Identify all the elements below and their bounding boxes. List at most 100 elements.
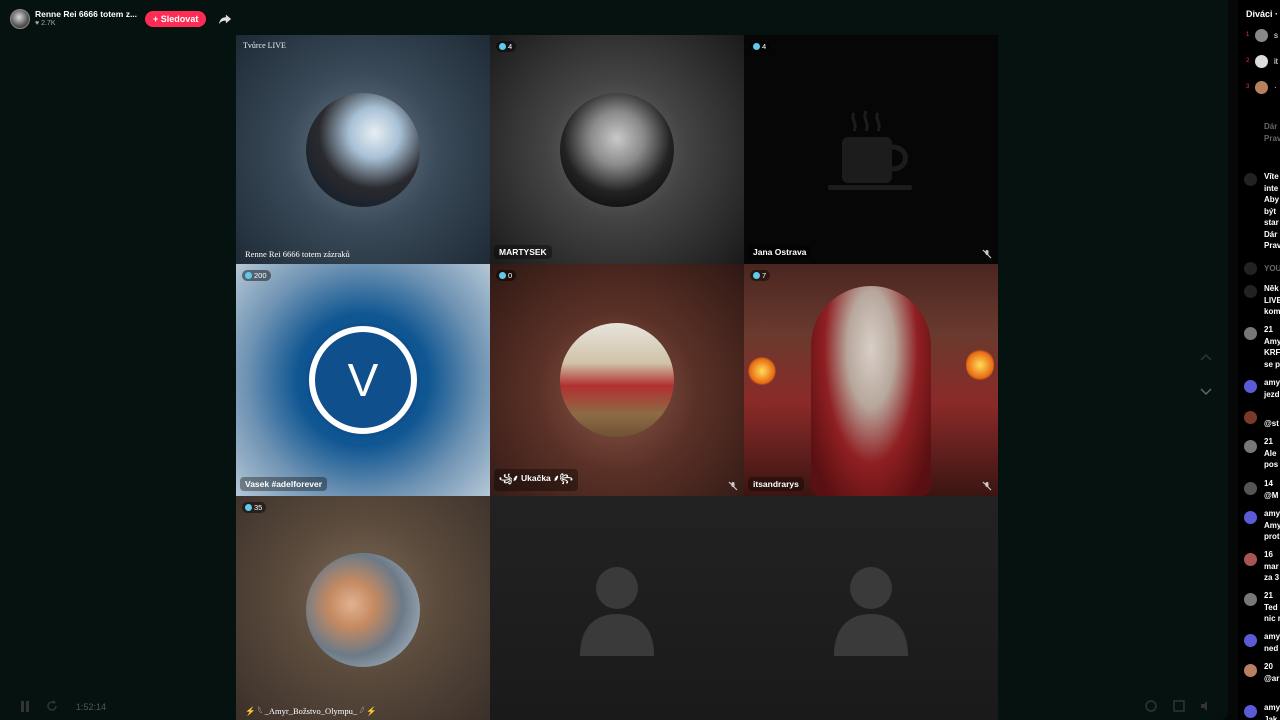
- viewer-count: 4: [762, 42, 767, 51]
- chat-message: 16 mar za 3: [1264, 550, 1280, 582]
- user-avatar[interactable]: [1244, 593, 1257, 606]
- tiktok-icon: [1244, 173, 1257, 186]
- viewer-name: it: [1274, 57, 1278, 66]
- fullscreen-icon[interactable]: [1173, 700, 1185, 712]
- viewer-badge: 200: [242, 270, 271, 281]
- viewer-avatar[interactable]: [1255, 29, 1268, 42]
- chat-message: 21 Amy KRF se p: [1264, 325, 1280, 369]
- viewer-rank: 2: [1246, 58, 1250, 64]
- join-icon: [1244, 262, 1257, 275]
- viewer-badge: 0: [496, 270, 517, 281]
- coin-icon: [245, 272, 252, 279]
- chat-message: Vīte inte Aby být star Dár Prav: [1264, 172, 1280, 250]
- guest-tile[interactable]: 7 itsandrarys: [744, 264, 998, 496]
- viewer-badge: 4: [750, 41, 771, 52]
- chat-message: YOU: [1264, 264, 1280, 273]
- chat-sidebar: Diváci · 1 s 2 it 3 · Dár Prav Vīte inte…: [1238, 0, 1280, 720]
- viewer-name: ·: [1274, 83, 1277, 92]
- settings-icon[interactable]: [1145, 700, 1157, 712]
- person-placeholder-icon: [834, 567, 908, 656]
- mic-muted-icon: [728, 481, 738, 491]
- guest-avatar: [306, 553, 420, 668]
- host-info: Renne Rei 6666 totem z... ♥ 2.7K: [35, 9, 137, 29]
- guest-name: ⚡ 𓆩 _Amyr_Božstvo_Olympu_ 𓆪 ⚡: [245, 706, 377, 716]
- guest-avatar: [560, 323, 674, 437]
- tiktok-icon: [1244, 285, 1257, 298]
- guest-grid: Tvůrce LIVE Renne Rei 6666 totem zázraků…: [236, 35, 998, 720]
- volume-icon[interactable]: [1200, 700, 1212, 712]
- chat-message: Dár Prav: [1264, 122, 1280, 143]
- viewer-count: 35: [254, 503, 263, 512]
- coin-icon: [499, 43, 506, 50]
- coin-icon: [245, 504, 252, 511]
- guest-name: Renne Rei 6666 totem zázraků: [245, 249, 350, 259]
- viewers-title[interactable]: Diváci ·: [1246, 9, 1278, 19]
- guest-name: MARTYSEK: [494, 245, 552, 259]
- chevron-down-icon[interactable]: [1200, 388, 1212, 396]
- chat-message: amy Jak: [1264, 703, 1280, 720]
- share-icon[interactable]: [218, 12, 232, 26]
- chat-message: @st: [1264, 419, 1279, 428]
- host-avatar[interactable]: [10, 9, 30, 29]
- viewer-name: s: [1274, 31, 1278, 40]
- user-avatar[interactable]: [1244, 511, 1257, 524]
- empty-seat[interactable]: [490, 496, 744, 720]
- chevron-up-icon[interactable]: [1200, 353, 1212, 361]
- user-avatar[interactable]: [1244, 482, 1257, 495]
- chat-message: amy Amy prot: [1264, 509, 1280, 541]
- refresh-icon[interactable]: [46, 700, 58, 712]
- guest-avatar: [560, 92, 674, 207]
- guest-tile[interactable]: 200 V Vasek #adelforever: [236, 264, 490, 496]
- mic-muted-icon: [982, 481, 992, 491]
- user-avatar[interactable]: [1244, 553, 1257, 566]
- viewer-count: 0: [508, 271, 513, 280]
- guest-name: Jana Ostrava: [748, 245, 812, 259]
- chat-message: amy jezd: [1264, 378, 1280, 399]
- follow-button[interactable]: + Sledovat: [145, 11, 207, 27]
- viewer-rank: 3: [1246, 84, 1250, 90]
- chat-message: 20 @ar: [1264, 662, 1280, 683]
- host-likes: ♥ 2.7K: [35, 20, 56, 27]
- user-avatar[interactable]: [1244, 664, 1257, 677]
- viewer-badge: 4: [496, 41, 517, 52]
- stream-timer: 1:52:14: [76, 702, 107, 712]
- viewer-avatar[interactable]: [1255, 81, 1268, 94]
- guest-tile-host[interactable]: Tvůrce LIVE Renne Rei 6666 totem zázraků: [236, 35, 490, 264]
- viewer-count: 200: [254, 271, 267, 280]
- host-name[interactable]: Renne Rei 6666 totem z...: [35, 9, 137, 19]
- user-avatar[interactable]: [1244, 411, 1257, 424]
- guest-portrait: [811, 286, 931, 496]
- user-avatar[interactable]: [1244, 380, 1257, 393]
- guest-tile[interactable]: 0 ꧁⸙ Ukačka ⸙꧂: [490, 264, 744, 496]
- viewer-badge: 7: [750, 270, 771, 281]
- creator-live-tag: Tvůrce LIVE: [243, 41, 286, 50]
- viewer-badge: 35: [242, 502, 267, 513]
- viewer-avatar[interactable]: [1255, 55, 1268, 68]
- guest-name: itsandrarys: [748, 477, 804, 491]
- empty-seat[interactable]: [744, 496, 998, 720]
- coin-icon: [753, 43, 760, 50]
- host-bar: Renne Rei 6666 totem z... ♥ 2.7K + Sledo…: [10, 6, 232, 32]
- guest-name: ꧁⸙ Ukačka ⸙꧂: [494, 469, 578, 491]
- guest-avatar: [306, 92, 420, 207]
- pause-icon[interactable]: [20, 701, 30, 712]
- chat-message: 21 Ale pos: [1264, 437, 1279, 469]
- coin-icon: [753, 272, 760, 279]
- fire-right: [966, 348, 994, 382]
- chat-message: Něk LIVE kom: [1264, 284, 1280, 316]
- user-avatar[interactable]: [1244, 705, 1257, 718]
- chat-message: amy ned: [1264, 632, 1280, 653]
- person-placeholder-icon: [580, 567, 654, 656]
- guest-tile[interactable]: 4 Jana Ostrava: [744, 35, 998, 264]
- user-avatar[interactable]: [1244, 634, 1257, 647]
- mic-muted-icon: [982, 249, 992, 259]
- viewer-rank: 1: [1246, 32, 1250, 38]
- guest-name: Vasek #adelforever: [240, 477, 328, 491]
- user-avatar[interactable]: [1244, 327, 1257, 340]
- user-avatar[interactable]: [1244, 440, 1257, 453]
- avatar-initial: V: [309, 326, 417, 434]
- guest-avatar: V: [306, 323, 420, 437]
- guest-tile[interactable]: 4 MARTYSEK: [490, 35, 744, 264]
- guest-tile[interactable]: 35 ⚡ 𓆩 _Amyr_Božstvo_Olympu_ 𓆪 ⚡: [236, 496, 490, 720]
- coffee-cup-icon: [828, 110, 912, 190]
